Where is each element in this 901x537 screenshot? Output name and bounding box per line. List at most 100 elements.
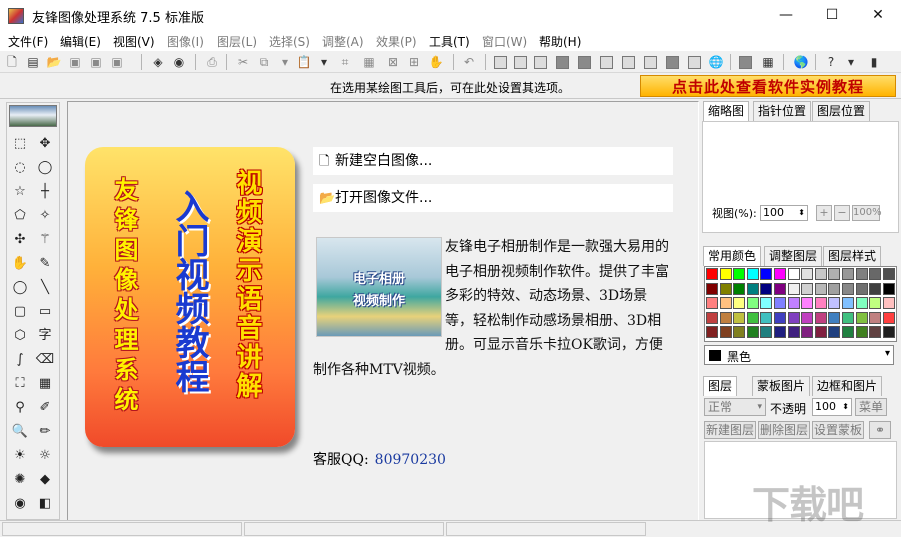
- color-swatch[interactable]: [719, 268, 732, 280]
- tab-mask-image[interactable]: 蒙板图片: [752, 376, 811, 396]
- color-swatch[interactable]: [855, 326, 868, 339]
- color-swatch[interactable]: [760, 268, 773, 280]
- gradient-icon[interactable]: ▦: [34, 373, 56, 395]
- globe-icon[interactable]: 🌐: [708, 54, 724, 70]
- magic-lasso-icon[interactable]: ✧: [34, 205, 56, 227]
- color-swatch[interactable]: [746, 326, 759, 339]
- menu-adjust[interactable]: 调整(A): [322, 33, 364, 50]
- transform-tool-icon[interactable]: ✣: [9, 229, 31, 251]
- fill-bucket-icon[interactable]: ⛶: [9, 373, 31, 395]
- save-as-icon[interactable]: ▣: [88, 54, 104, 70]
- color-swatch[interactable]: [719, 311, 732, 324]
- tutorial-banner-button[interactable]: 点击此处查看软件实例教程: [640, 75, 896, 97]
- color-swatch[interactable]: [814, 311, 827, 324]
- menu-window[interactable]: 窗口(W): [482, 33, 527, 50]
- zoom-100-button[interactable]: 100%: [852, 205, 882, 221]
- color-swatch[interactable]: [855, 268, 868, 280]
- color-swatch[interactable]: [814, 282, 827, 295]
- color-swatch[interactable]: [882, 297, 895, 310]
- ellipse-icon[interactable]: ◯: [9, 277, 31, 299]
- color-swatch[interactable]: [801, 268, 814, 280]
- spinner-icon[interactable]: ⬍: [842, 399, 849, 415]
- color-swatch[interactable]: [760, 297, 773, 310]
- dodge-icon[interactable]: ☀: [9, 445, 31, 467]
- grid-icon[interactable]: [739, 56, 752, 69]
- tool-preview-thumbnail[interactable]: [9, 105, 57, 127]
- tab-layers[interactable]: 图层: [703, 376, 738, 396]
- circle-select-icon[interactable]: ◯: [34, 157, 56, 179]
- layer-menu-button[interactable]: 菜单: [855, 398, 887, 416]
- color-swatch[interactable]: [855, 311, 868, 324]
- new-file-icon[interactable]: 🗋: [4, 54, 20, 70]
- tab-common-colors[interactable]: 常用颜色: [703, 246, 762, 266]
- stamp-icon[interactable]: ✋: [428, 54, 444, 70]
- color-swatch[interactable]: [733, 297, 746, 310]
- color-swatch[interactable]: [706, 326, 718, 339]
- color-swatch[interactable]: [760, 311, 773, 324]
- color-swatch[interactable]: [787, 326, 800, 339]
- pencil-icon[interactable]: ✎: [34, 253, 56, 275]
- crop-icon[interactable]: ⌗: [337, 54, 353, 70]
- zoom-icon[interactable]: 🔍: [9, 421, 31, 443]
- color-swatch[interactable]: [814, 326, 827, 339]
- color-swatch[interactable]: [869, 311, 882, 324]
- video-tutorial-poster[interactable]: 友锋图像处理系统 入门视频教程 视频演示语音讲解: [85, 147, 295, 447]
- color-swatch[interactable]: [733, 268, 746, 280]
- dropdown-arrow-icon[interactable]: ▾: [316, 54, 332, 70]
- color-swatch[interactable]: [842, 326, 854, 339]
- color-swatch[interactable]: [787, 311, 800, 324]
- polygon-lasso-icon[interactable]: ⬠: [9, 205, 31, 227]
- window-layout-icon[interactable]: [622, 56, 635, 69]
- color-swatch[interactable]: [801, 326, 814, 339]
- rect-select-icon[interactable]: ⬚: [9, 133, 31, 155]
- move-icon[interactable]: ✥: [34, 133, 56, 155]
- color-dropdown[interactable]: 黑色 ▾: [704, 345, 894, 365]
- capture-icon[interactable]: ◉: [171, 54, 187, 70]
- menu-file[interactable]: 文件(F): [8, 33, 48, 50]
- color-swatch[interactable]: [706, 297, 718, 310]
- new-layer-button[interactable]: 新建图层: [704, 421, 756, 439]
- color-swatch[interactable]: [801, 282, 814, 295]
- save-icon[interactable]: ▣: [67, 54, 83, 70]
- close-button[interactable]: ✕: [855, 0, 901, 31]
- color-swatch[interactable]: [706, 282, 718, 295]
- brush-icon[interactable]: ✐: [34, 397, 56, 419]
- window-layout-icon[interactable]: [688, 56, 701, 69]
- window-layout-icon[interactable]: [494, 56, 507, 69]
- window-layout-icon[interactable]: [514, 56, 527, 69]
- color-swatch[interactable]: [760, 326, 773, 339]
- minimize-button[interactable]: —: [763, 0, 809, 31]
- color-swatch[interactable]: [882, 268, 895, 280]
- color-swatch[interactable]: [869, 297, 882, 310]
- tab-thumbnail[interactable]: 缩略图: [703, 101, 750, 121]
- undo-icon[interactable]: ↶: [461, 54, 477, 70]
- color-swatch[interactable]: [774, 297, 786, 310]
- eyedropper-icon[interactable]: ⚲: [9, 397, 31, 419]
- color-swatch[interactable]: [869, 326, 882, 339]
- color-swatch[interactable]: [882, 326, 895, 339]
- rounded-rect-icon[interactable]: ▭: [34, 301, 56, 323]
- menu-edit[interactable]: 编辑(E): [60, 33, 101, 50]
- menu-image[interactable]: 图像(I): [167, 33, 204, 50]
- paste-icon[interactable]: 📋: [296, 54, 312, 70]
- color-swatch[interactable]: [733, 282, 746, 295]
- photo-album-product-image[interactable]: 电子相册 视频制作: [316, 237, 442, 337]
- save-all-icon[interactable]: ▣: [109, 54, 125, 70]
- window-layout-icon[interactable]: [534, 56, 547, 69]
- menu-select[interactable]: 选择(S): [269, 33, 310, 50]
- film-icon[interactable]: ▦: [760, 54, 776, 70]
- delete-layer-button[interactable]: 删除图层: [758, 421, 810, 439]
- color-swatch[interactable]: [787, 297, 800, 310]
- link-icon[interactable]: ⚭: [869, 421, 891, 439]
- color-swatch[interactable]: [746, 297, 759, 310]
- ellipse-select-icon[interactable]: ◌: [9, 157, 31, 179]
- zoom-out-button[interactable]: −: [834, 205, 850, 221]
- color-swatch[interactable]: [774, 268, 786, 280]
- window-layout-icon[interactable]: [666, 56, 679, 69]
- color-swatch[interactable]: [828, 282, 841, 295]
- sharpen-icon[interactable]: ◆: [34, 469, 56, 491]
- color-swatch[interactable]: [855, 282, 868, 295]
- color-swatch[interactable]: [760, 282, 773, 295]
- color-swatch[interactable]: [746, 268, 759, 280]
- color-palette[interactable]: [704, 266, 897, 342]
